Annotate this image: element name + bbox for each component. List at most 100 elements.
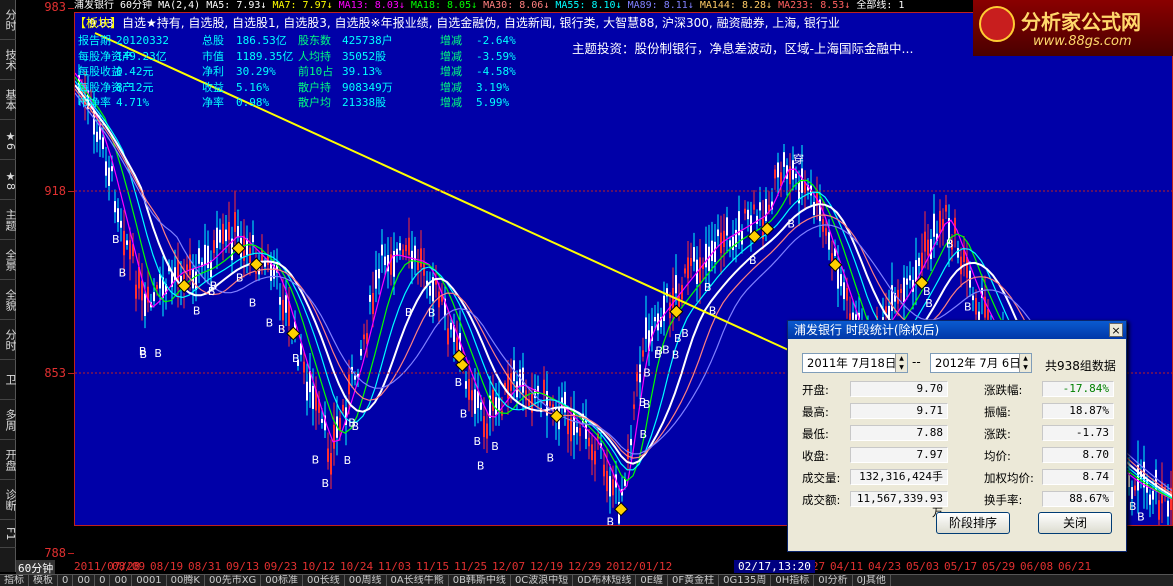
buy-marker: B [946, 238, 954, 251]
fundamentals-cell: -4.58% [476, 65, 516, 78]
indicator-tab[interactable]: 00 [110, 575, 133, 586]
sidebar-tab[interactable]: ★6 [0, 120, 17, 160]
date-axis: 60分钟 2011/07/28 08/09 08/19 08/31 09/13 09/23… [16, 560, 1173, 574]
sidebar-tab[interactable]: 主题 [0, 200, 17, 240]
indicator-tab[interactable]: 0F黄金柱 [668, 575, 720, 586]
fundamentals-cell: 散户均 [298, 96, 331, 109]
start-date-field[interactable]: 2011年 7月18日 ▲ ▼ [802, 353, 908, 373]
indicator-tab[interactable]: 00腾K [167, 575, 205, 586]
indicator-tab[interactable]: 0C波浪中短 [511, 575, 574, 586]
sidebar-tab[interactable]: 多周 [0, 400, 17, 440]
indicator-tab[interactable]: 00先市XG [205, 575, 262, 586]
candle-body [570, 417, 572, 442]
end-date-spinner[interactable]: ▲ ▼ [1019, 354, 1031, 372]
candle-body [717, 229, 719, 237]
candle-body [111, 166, 113, 172]
sidebar-tab[interactable]: 分时 [0, 320, 17, 360]
candle-body [456, 337, 458, 351]
indicator-tab[interactable]: 0 [58, 575, 74, 586]
price-label: 853 [44, 366, 66, 380]
candle-body [384, 256, 386, 266]
start-date-spinner[interactable]: ▲ ▼ [895, 354, 907, 372]
sidebar-tab[interactable]: 卫 [0, 360, 17, 400]
candle-body [204, 244, 206, 266]
indicator-tab[interactable]: 0J其他 [853, 575, 891, 586]
fundamentals-cell: 增减 [440, 34, 462, 47]
candle-body [411, 250, 413, 269]
plate-text: 自选★持有, 自选股, 自选股1, 自选股3, 自选股※年报业绩, 自选金融伪,… [122, 16, 840, 30]
indicator-tab[interactable]: 00 [73, 575, 96, 586]
fundamentals-cell: 每股收益 [78, 65, 122, 78]
indicator-tab[interactable]: 0E缠 [636, 575, 669, 586]
fundamentals-cell: 人均持 [298, 49, 331, 63]
indicator-tab[interactable]: 0A长线牛熊 [387, 575, 449, 586]
candle-body [1152, 490, 1154, 500]
candle-body [747, 209, 749, 220]
candle-body [723, 230, 725, 247]
fundamentals-cell: 每股净资产 [78, 80, 133, 94]
candle-body [1149, 494, 1151, 505]
candle-body [486, 423, 488, 439]
candle-body [642, 350, 644, 357]
buy-marker: B [709, 304, 717, 317]
candle-body [480, 402, 482, 410]
candle-body [594, 451, 596, 465]
indicator-tab[interactable]: 0 [95, 575, 111, 586]
candle-body [198, 248, 200, 264]
stat-value: -17.84% [1042, 381, 1114, 397]
candle-body [591, 444, 593, 461]
dialog-title-bar: 浦发银行 时段统计(除权后) × [788, 321, 1126, 339]
site-logo: 分析家公式网 www.88gs.com [973, 0, 1173, 56]
sidebar-tab[interactable]: 基本 [0, 80, 17, 120]
indicator-tab[interactable]: 指标 [0, 575, 29, 586]
sidebar-tab[interactable]: 技术 [0, 40, 17, 80]
candle-body [108, 167, 110, 186]
candle-body [693, 247, 695, 262]
stat-label: 收盘: [802, 449, 829, 463]
indicator-tab[interactable]: 模板 [29, 575, 58, 586]
buy-marker: B [787, 217, 795, 230]
sidebar-tab[interactable]: 诊断 [0, 480, 17, 520]
indicator-tab[interactable]: 00标准 [261, 575, 304, 586]
sidebar-tab[interactable]: 开盘 [0, 440, 17, 480]
buy-marker: B [547, 452, 555, 465]
buy-marker: B [428, 307, 436, 320]
fundamentals-row: 每股收益0.42元 净利 30.29% 前10占 39.13% 增减 -4.58% [78, 63, 536, 79]
indicator-tab[interactable]: 0001 [132, 575, 167, 586]
indicator-tab[interactable]: 0H指标 [771, 575, 815, 586]
indicator-tab[interactable]: 00周线 [345, 575, 387, 586]
price-tick [68, 553, 74, 554]
candle-body [213, 240, 215, 253]
indicator-tab[interactable]: 0G135周 [719, 575, 772, 586]
candle-body [339, 417, 341, 430]
candle-body [975, 297, 977, 315]
close-button[interactable]: 关闭 [1038, 512, 1112, 534]
candle-body [102, 137, 104, 150]
indicator-tab[interactable]: 0B韩斯中线 [449, 575, 511, 586]
sidebar-tab[interactable]: 全景 [0, 240, 17, 280]
sidebar-tab[interactable]: ★8 [0, 160, 17, 200]
candle-body [765, 198, 767, 221]
candle-body [498, 397, 500, 411]
buy-marker: B [1129, 500, 1137, 513]
stat-value: 8.70 [1042, 447, 1114, 463]
sort-period-button[interactable]: 阶段排序 [936, 512, 1010, 534]
total-count: 共938组数据 [1045, 359, 1116, 373]
fundamentals-cell: 21338股 [342, 96, 387, 109]
candle-body [321, 418, 323, 423]
fundamentals-cell: 20120332 [116, 34, 169, 47]
close-icon[interactable]: × [1109, 323, 1123, 337]
indicator-tab[interactable]: 00长线 [303, 575, 345, 586]
timeframe-button[interactable]: 60分钟 [16, 560, 56, 574]
indicator-tab[interactable]: 0I分析 [814, 575, 853, 586]
stat-label: 成交量: [802, 471, 841, 485]
end-date-field[interactable]: 2012年 7月 6日 ▲ ▼ [930, 353, 1032, 373]
sidebar-tab[interactable]: 全貌 [0, 280, 17, 320]
sidebar-tab[interactable]: F1 [0, 520, 17, 548]
buy-marker: B [322, 477, 330, 490]
indicator-tab[interactable]: 0D布林短线 [573, 575, 637, 586]
sidebar-tab[interactable]: 分时 [0, 0, 17, 40]
fundamentals-cell: 净率 [202, 96, 224, 109]
candle-body [483, 416, 485, 438]
fundamentals-cell: 4.71% [116, 96, 150, 109]
